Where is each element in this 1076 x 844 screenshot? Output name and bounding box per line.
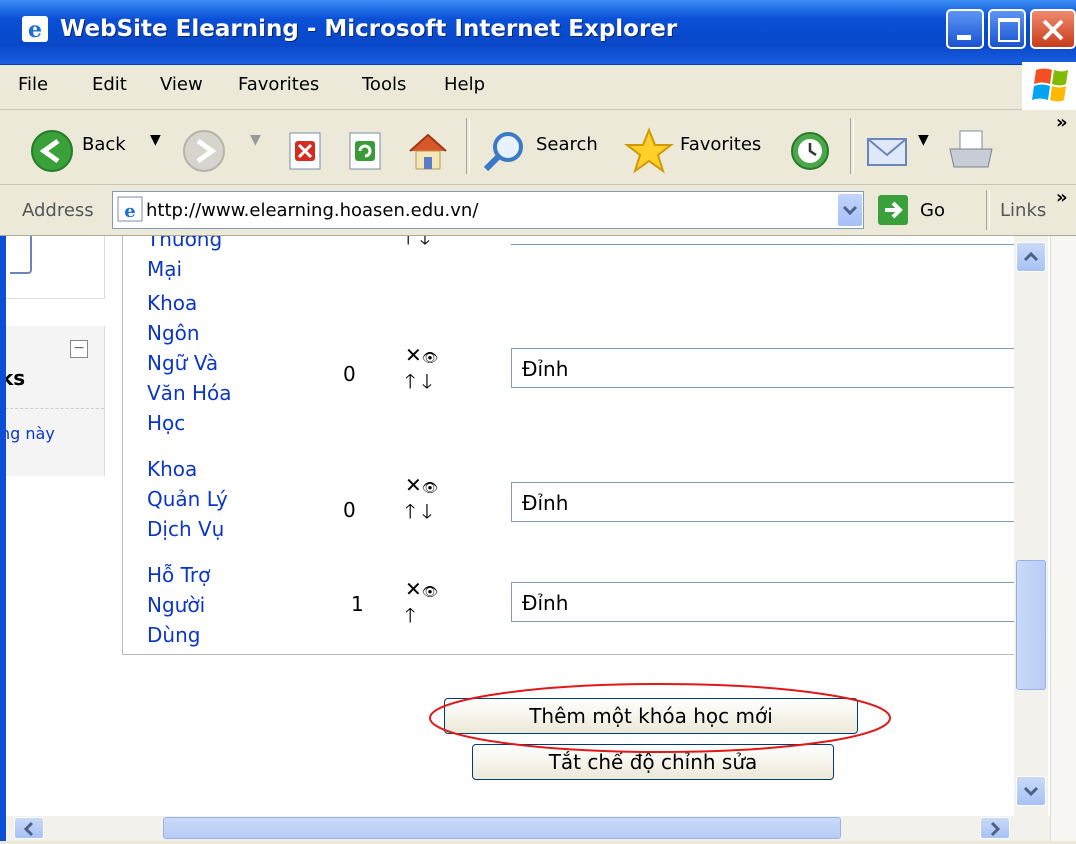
position-select[interactable]: Đỉnh <box>511 482 1021 522</box>
back-dropdown-icon[interactable]: ▼ <box>150 132 161 148</box>
page-content: − ks ng này Thương Mại 🡑 🡓 Khoa Ngôn Ngữ… <box>0 236 1050 816</box>
title-bar: e WebSite Elearning - Microsoft Internet… <box>0 0 1076 65</box>
scroll-thumb[interactable] <box>1016 560 1046 690</box>
course-table: Thương Mại 🡑 🡓 Khoa Ngôn Ngữ Và Văn Hóa … <box>122 236 1024 655</box>
menu-tools[interactable]: Tools <box>362 74 406 95</box>
chevron-down-icon <box>1023 786 1039 797</box>
close-button[interactable] <box>1030 9 1076 49</box>
eye-icon[interactable]: 👁 <box>422 351 439 366</box>
up-arrow-icon[interactable]: 🡑 <box>405 603 415 627</box>
chevron-left-icon <box>23 821 34 837</box>
search-icon[interactable] <box>480 129 528 173</box>
go-button-label[interactable]: Go <box>920 200 945 221</box>
chevron-right-icon <box>990 821 1001 837</box>
stop-icon[interactable] <box>286 131 324 171</box>
toolbar-overflow-icon[interactable]: » <box>1056 112 1068 133</box>
up-arrow-icon[interactable]: 🡑 <box>405 369 415 393</box>
menu-view[interactable]: View <box>160 74 203 95</box>
address-separator <box>986 190 990 230</box>
toolbar-separator <box>850 118 854 174</box>
toolbar-separator <box>466 118 470 174</box>
position-select[interactable]: Đỉnh <box>511 582 1021 622</box>
block-link[interactable]: ng này <box>0 424 55 443</box>
ie-icon: e <box>22 16 48 43</box>
page-icon: e <box>117 196 143 222</box>
position-select[interactable]: Đỉnh <box>511 348 1021 388</box>
svg-text:e: e <box>28 17 42 43</box>
history-icon[interactable] <box>788 129 832 173</box>
window-title: WebSite Elearning - Microsoft Internet E… <box>60 16 678 42</box>
move-arrows[interactable]: 🡑 🡓 <box>403 236 430 248</box>
course-count: 1 <box>351 592 364 616</box>
window-frame-left <box>0 236 6 841</box>
chevron-down-icon <box>842 205 858 216</box>
course-actions: ✕👁 🡑 🡓 <box>405 344 438 392</box>
position-field-edge <box>511 236 1021 245</box>
mail-icon[interactable] <box>864 131 912 171</box>
print-icon[interactable] <box>944 127 998 175</box>
course-actions: ✕👁 🡑 <box>405 578 438 626</box>
delete-icon[interactable]: ✕ <box>405 343 422 367</box>
sidebar-block: − ks ng này <box>0 326 105 476</box>
maximize-button[interactable] <box>988 9 1026 49</box>
favorites-star-icon[interactable] <box>624 127 674 175</box>
links-overflow-icon[interactable]: » <box>1056 187 1068 208</box>
svg-text:e: e <box>124 201 135 222</box>
favorites-label[interactable]: Favorites <box>680 134 761 155</box>
menu-favorites[interactable]: Favorites <box>238 74 319 95</box>
back-arrow-icon[interactable] <box>30 129 74 173</box>
course-count: 0 <box>343 362 356 386</box>
address-url[interactable]: http://www.elearning.hoasen.edu.vn/ <box>146 200 478 221</box>
eye-icon[interactable]: 👁 <box>422 481 439 496</box>
go-arrow-icon[interactable] <box>878 195 908 225</box>
mail-dropdown-icon[interactable]: ▼ <box>918 132 929 148</box>
scroll-up-button[interactable] <box>1016 242 1046 272</box>
address-label: Address <box>22 200 94 221</box>
eye-icon[interactable]: 👁 <box>422 585 439 600</box>
course-count: 0 <box>343 498 356 522</box>
course-actions: ✕👁 🡑 🡓 <box>405 474 438 522</box>
home-icon[interactable] <box>404 127 452 175</box>
vertical-scrollbar[interactable] <box>1014 236 1048 816</box>
forward-dropdown-icon[interactable]: ▼ <box>250 132 261 148</box>
up-arrow-icon[interactable]: 🡑 <box>405 499 415 523</box>
chevron-up-icon <box>1023 251 1039 262</box>
forward-arrow-icon[interactable] <box>182 129 226 173</box>
address-dropdown-button[interactable] <box>838 194 862 226</box>
scroll-down-button[interactable] <box>1016 776 1046 806</box>
course-link-khoa-quan-ly[interactable]: Khoa Quản Lý Dịch Vụ <box>147 454 228 544</box>
minimize-button[interactable] <box>946 9 984 49</box>
course-link[interactable]: Thương Mại <box>147 236 222 284</box>
links-label[interactable]: Links <box>1000 200 1046 221</box>
sidebar-block-top <box>0 236 105 299</box>
close-icon <box>1042 19 1064 41</box>
menu-help[interactable]: Help <box>444 74 485 95</box>
scroll-left-button[interactable] <box>14 817 44 839</box>
menu-edit[interactable]: Edit <box>92 74 127 95</box>
collapse-icon[interactable]: − <box>70 340 88 358</box>
menu-file[interactable]: File <box>18 74 48 95</box>
windows-logo-icon <box>1022 62 1076 110</box>
down-arrow-icon[interactable]: 🡓 <box>422 369 432 393</box>
search-label[interactable]: Search <box>536 134 598 155</box>
down-arrow-icon[interactable]: 🡓 <box>422 499 432 523</box>
block-divider <box>0 408 104 409</box>
horizontal-scroll-thumb[interactable] <box>163 817 841 839</box>
back-label[interactable]: Back <box>82 134 126 155</box>
scroll-right-button[interactable] <box>980 817 1010 839</box>
delete-icon[interactable]: ✕ <box>405 577 422 601</box>
highlight-ellipse <box>429 683 891 753</box>
delete-icon[interactable]: ✕ <box>405 473 422 497</box>
course-link-ho-tro[interactable]: Hỗ Trợ Người Dùng <box>147 560 210 650</box>
course-link-khoa-ngon-ngu[interactable]: Khoa Ngôn Ngữ Và Văn Hóa Học <box>147 288 232 438</box>
outer-scrollbar <box>1050 236 1076 841</box>
refresh-icon[interactable] <box>346 131 384 171</box>
